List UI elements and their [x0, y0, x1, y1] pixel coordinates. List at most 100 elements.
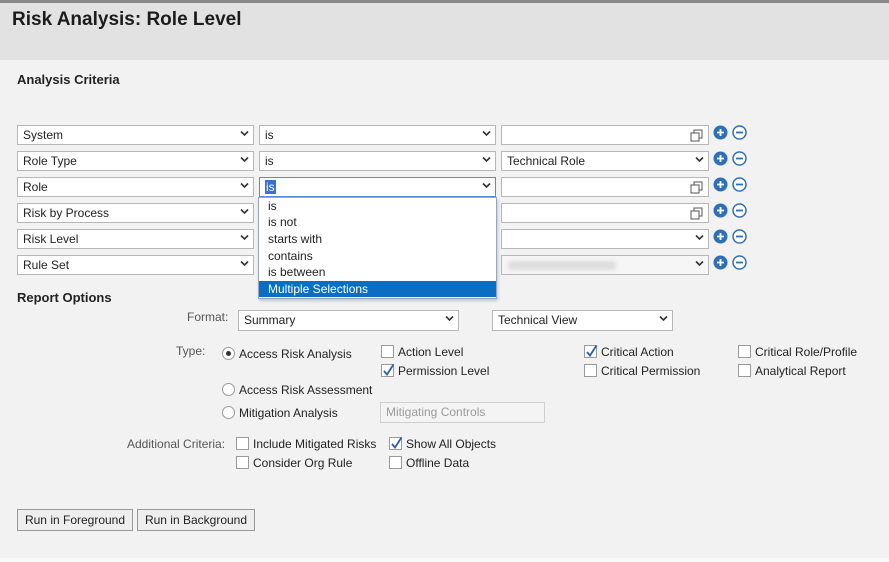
type-radio-label: Access Risk Analysis — [239, 347, 352, 361]
value-help-icon[interactable] — [690, 181, 703, 197]
criteria-field-label: Risk Level — [23, 232, 79, 246]
criteria-field-select-risk-level[interactable]: Risk Level — [17, 229, 254, 249]
type-radio-label: Access Risk Assessment — [239, 383, 373, 397]
chevron-down-icon — [482, 130, 491, 137]
checkbox-label: Show All Objects — [406, 437, 497, 451]
checkbox-label: Action Level — [398, 345, 464, 359]
criteria-field-label: Role — [23, 180, 48, 194]
criteria-value-select-risk-level[interactable] — [501, 229, 709, 249]
criteria-field-label: Rule Set — [23, 258, 70, 272]
dropdown-option-is[interactable]: is — [259, 198, 496, 214]
operator-dropdown-list: is is not starts with contains is betwee… — [258, 197, 497, 299]
criteria-field-select-rule-set[interactable]: Rule Set — [17, 255, 254, 275]
checkbox-label: Critical Permission — [601, 364, 701, 378]
checkbox-label: Offline Data — [406, 456, 470, 470]
criteria-operator-select-role[interactable]: is — [259, 177, 496, 197]
remove-row-icon[interactable] — [732, 255, 747, 270]
criteria-field-label: System — [23, 128, 64, 142]
remove-row-icon[interactable] — [732, 125, 747, 140]
chevron-down-icon — [445, 315, 454, 322]
page-header: Risk Analysis: Role Level — [0, 3, 889, 60]
dropdown-option-is-between[interactable]: is between — [259, 264, 496, 280]
remove-row-icon[interactable] — [732, 151, 747, 166]
view-select[interactable]: Technical View — [492, 310, 673, 331]
value-help-icon[interactable] — [690, 207, 703, 223]
analysis-criteria-title: Analysis Criteria — [17, 72, 120, 87]
mitigating-controls-input[interactable]: Mitigating Controls — [380, 402, 545, 423]
chevron-down-icon — [482, 182, 491, 189]
remove-row-icon[interactable] — [732, 229, 747, 244]
bottom-border — [0, 558, 889, 562]
dropdown-option-is-not[interactable]: is not — [259, 214, 496, 230]
add-row-icon[interactable] — [713, 255, 728, 270]
action-level-checkbox[interactable] — [381, 345, 394, 358]
criteria-value-input-system[interactable] — [501, 125, 709, 145]
criteria-value-select-rule-set[interactable] — [501, 255, 709, 275]
additional-criteria-label: Additional Criteria: — [127, 437, 226, 451]
criteria-value-input-role[interactable] — [501, 177, 709, 197]
criteria-operator-select-role-type[interactable]: is — [259, 151, 496, 171]
critical-action-checkbox[interactable] — [584, 345, 598, 358]
add-row-icon[interactable] — [713, 151, 728, 166]
criteria-field-label: Risk by Process — [23, 206, 110, 220]
format-label: Format: — [187, 310, 229, 324]
report-options-title: Report Options — [17, 290, 112, 305]
dropdown-option-multiple-selections[interactable]: Multiple Selections — [259, 281, 496, 297]
chevron-down-icon — [659, 315, 668, 322]
chevron-down-icon — [240, 130, 249, 137]
criteria-field-select-role-type[interactable]: Role Type — [17, 151, 254, 171]
remove-row-icon[interactable] — [732, 177, 747, 192]
add-row-icon[interactable] — [713, 229, 728, 244]
type-radio-access-risk-analysis[interactable] — [222, 347, 235, 360]
run-in-foreground-button[interactable]: Run in Foreground — [17, 509, 133, 531]
criteria-operator-label: is — [265, 154, 274, 168]
criteria-operator-select-system[interactable]: is — [259, 125, 496, 145]
dropdown-option-contains[interactable]: contains — [259, 248, 496, 264]
checkbox-label: Analytical Report — [755, 364, 846, 378]
chevron-down-icon — [240, 208, 249, 215]
format-value: Summary — [244, 313, 296, 327]
criteria-value-input-risk-by-process[interactable] — [501, 203, 709, 223]
criteria-field-select-system[interactable]: System — [17, 125, 254, 145]
criteria-field-select-risk-by-process[interactable]: Risk by Process — [17, 203, 254, 223]
type-label: Type: — [176, 344, 206, 358]
permission-level-checkbox[interactable] — [381, 364, 395, 377]
redacted-value — [508, 261, 616, 270]
checkbox-label: Critical Role/Profile — [755, 345, 858, 359]
chevron-down-icon — [240, 156, 249, 163]
consider-org-rule-checkbox[interactable] — [236, 456, 249, 469]
value-help-icon[interactable] — [690, 129, 703, 145]
include-mitigated-risks-checkbox[interactable] — [236, 437, 249, 450]
chevron-down-icon — [695, 234, 704, 241]
critical-permission-checkbox[interactable] — [584, 364, 597, 377]
criteria-operator-label: is — [265, 180, 276, 194]
chevron-down-icon — [482, 156, 491, 163]
criteria-field-select-role[interactable]: Role — [17, 177, 254, 197]
chevron-down-icon — [695, 156, 704, 163]
remove-row-icon[interactable] — [732, 203, 747, 218]
criteria-field-label: Role Type — [23, 154, 77, 168]
chevron-down-icon — [240, 260, 249, 267]
checkbox-label: Critical Action — [601, 345, 674, 359]
dropdown-option-starts-with[interactable]: starts with — [259, 231, 496, 247]
add-row-icon[interactable] — [713, 177, 728, 192]
offline-data-checkbox[interactable] — [389, 456, 402, 469]
criteria-value-select-role-type[interactable]: Technical Role — [501, 151, 709, 171]
critical-role-profile-checkbox[interactable] — [738, 345, 751, 358]
chevron-down-icon — [240, 182, 249, 189]
type-radio-label: Mitigation Analysis — [239, 406, 338, 420]
add-row-icon[interactable] — [713, 203, 728, 218]
run-in-background-button[interactable]: Run in Background — [137, 509, 255, 531]
criteria-value-label: Technical Role — [507, 154, 586, 168]
type-radio-mitigation-analysis[interactable] — [222, 406, 235, 419]
format-select[interactable]: Summary — [238, 310, 459, 331]
add-row-icon[interactable] — [713, 125, 728, 140]
page-title: Risk Analysis: Role Level — [12, 9, 242, 30]
analytical-report-checkbox[interactable] — [738, 364, 751, 377]
chevron-down-icon — [240, 234, 249, 241]
checkbox-label: Consider Org Rule — [253, 456, 353, 470]
show-all-objects-checkbox[interactable] — [389, 437, 403, 450]
criteria-operator-label: is — [265, 128, 274, 142]
chevron-down-icon — [695, 260, 704, 267]
type-radio-access-risk-assessment[interactable] — [222, 383, 235, 396]
